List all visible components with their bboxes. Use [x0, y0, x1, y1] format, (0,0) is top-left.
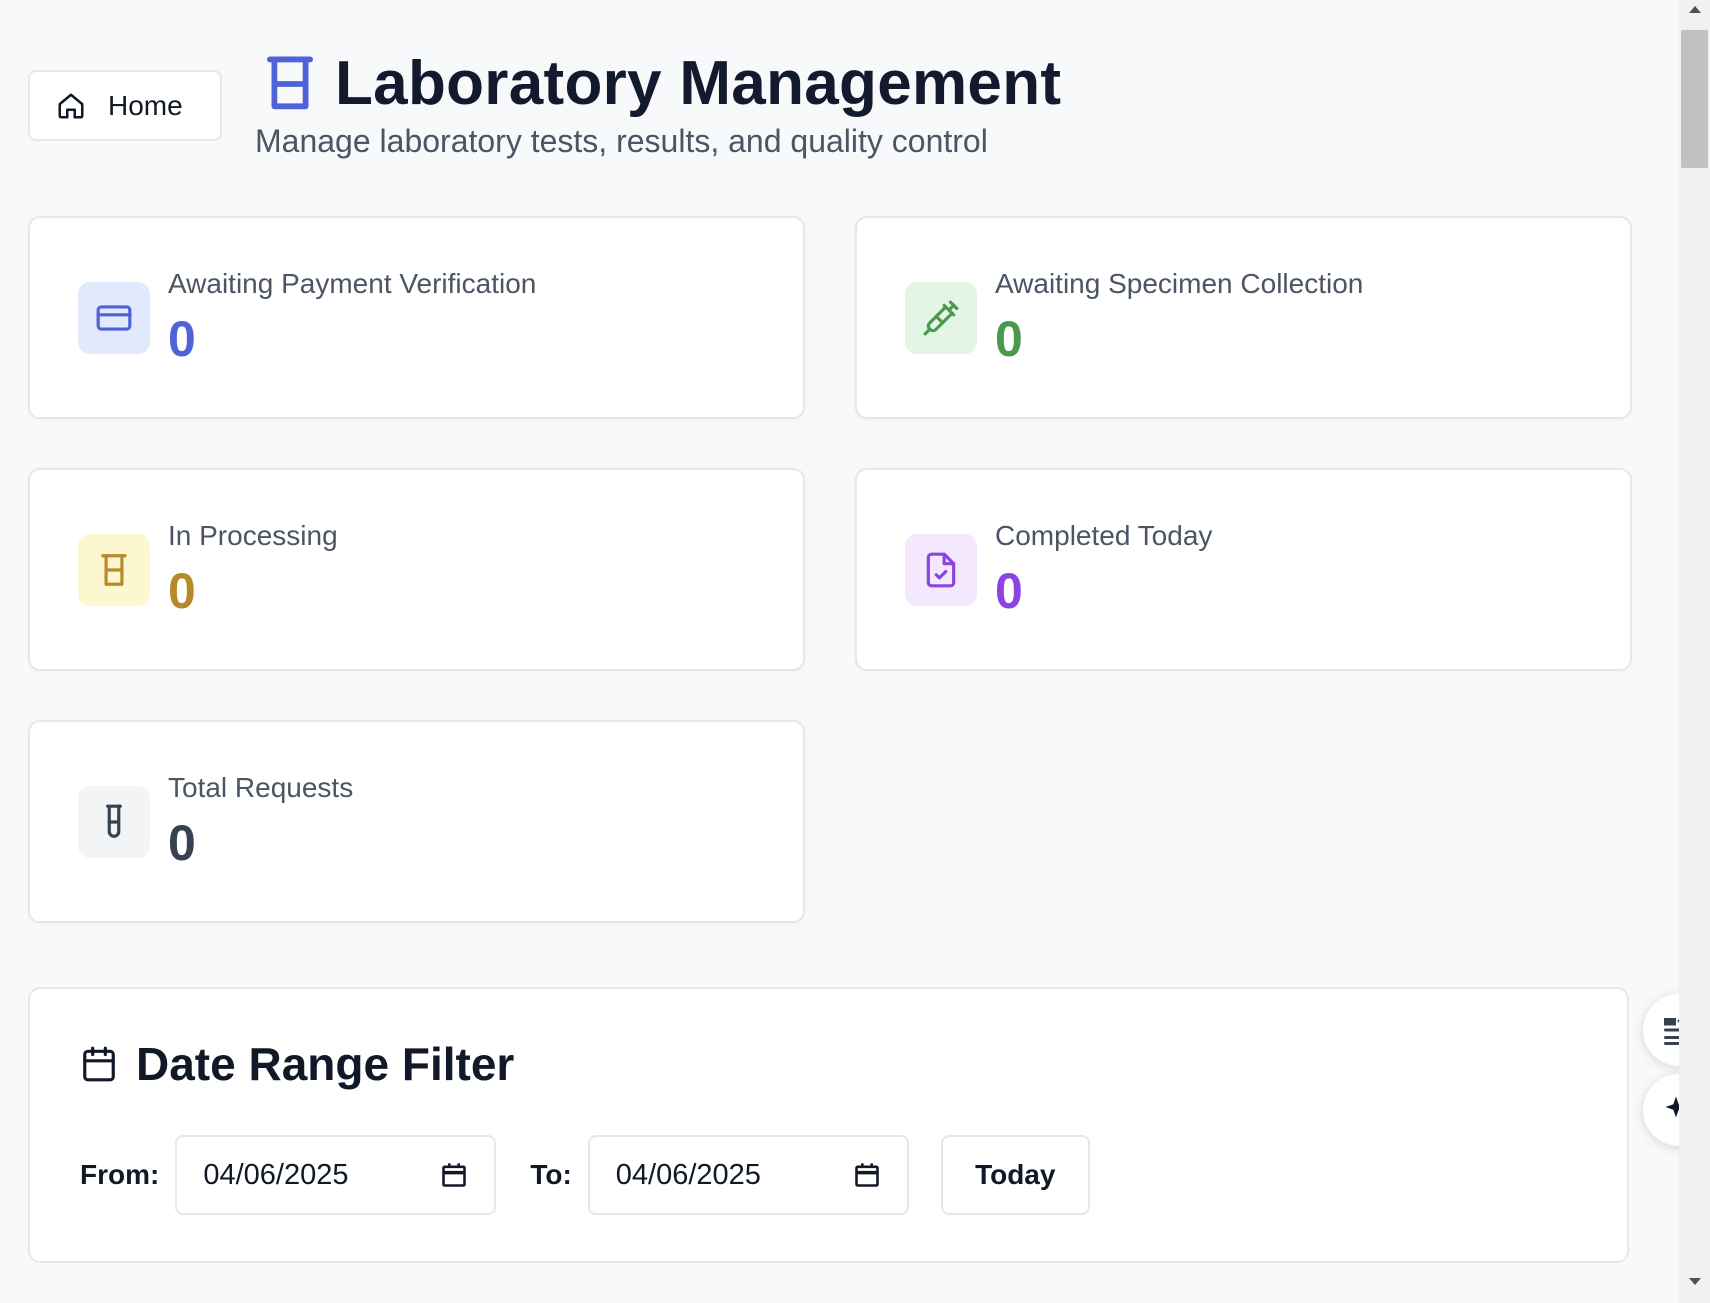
- stat-value: 0: [995, 311, 1023, 367]
- from-label: From:: [80, 1159, 160, 1190]
- stat-icon-wrap: [905, 282, 977, 354]
- stat-label: Total Requests: [168, 772, 354, 803]
- beaker-icon: [267, 56, 313, 109]
- laboratory-management-page: Home Laboratory Management Manage labora…: [0, 0, 1710, 1303]
- syringe-icon: [923, 300, 959, 336]
- page-title: Laboratory Management: [335, 49, 1062, 118]
- stat-value: 0: [995, 563, 1023, 619]
- filter-title: Date Range Filter: [136, 1038, 515, 1090]
- stat-value: 0: [168, 815, 196, 871]
- stat-label: Awaiting Specimen Collection: [995, 268, 1364, 299]
- calendar-picker-icon[interactable]: [853, 1161, 881, 1189]
- stat-icon-wrap: [905, 534, 977, 606]
- stat-card-in-processing: In Processing 0: [28, 468, 805, 671]
- date-range-filter: Date Range Filter From: 04/06/2025 To: 0…: [28, 987, 1629, 1263]
- from-date-value: 04/06/2025: [203, 1158, 349, 1191]
- calendar-icon: [83, 1046, 115, 1082]
- stat-label: In Processing: [168, 520, 338, 551]
- stat-card-completed-today: Completed Today 0: [855, 468, 1632, 671]
- stat-icon-wrap: [78, 282, 150, 354]
- test-tube-icon: [106, 804, 122, 838]
- home-button[interactable]: Home: [28, 70, 222, 141]
- stat-label: Completed Today: [995, 520, 1213, 551]
- beaker-icon: [101, 554, 127, 586]
- credit-card-icon: [96, 305, 132, 331]
- stat-card-awaiting-payment: Awaiting Payment Verification 0: [28, 216, 805, 419]
- to-date-input[interactable]: 04/06/2025: [587, 1135, 909, 1215]
- stat-label: Awaiting Payment Verification: [168, 268, 537, 299]
- today-button[interactable]: Today: [940, 1135, 1090, 1215]
- home-icon: [58, 93, 84, 118]
- home-button-label: Home: [108, 89, 183, 121]
- scroll-down-arrow-icon[interactable]: [1679, 1277, 1710, 1299]
- stat-card-awaiting-specimen: Awaiting Specimen Collection 0: [855, 216, 1632, 419]
- stat-value: 0: [168, 311, 196, 367]
- page-header: Laboratory Management Manage laboratory …: [255, 48, 1061, 160]
- stat-icon-wrap: [78, 786, 150, 858]
- page-subtitle: Manage laboratory tests, results, and qu…: [255, 123, 988, 159]
- stat-card-total-requests: Total Requests 0: [28, 720, 805, 923]
- stat-icon-wrap: [78, 534, 150, 606]
- to-date-value: 04/06/2025: [615, 1158, 761, 1191]
- file-check-icon: [926, 552, 956, 588]
- scrollbar-thumb[interactable]: [1681, 30, 1708, 168]
- calendar-picker-icon[interactable]: [440, 1161, 468, 1189]
- from-date-input[interactable]: 04/06/2025: [175, 1135, 497, 1215]
- stat-value: 0: [168, 563, 196, 619]
- vertical-scrollbar[interactable]: [1679, 0, 1710, 1303]
- scroll-up-arrow-icon[interactable]: [1679, 4, 1710, 26]
- to-label: To:: [530, 1159, 572, 1190]
